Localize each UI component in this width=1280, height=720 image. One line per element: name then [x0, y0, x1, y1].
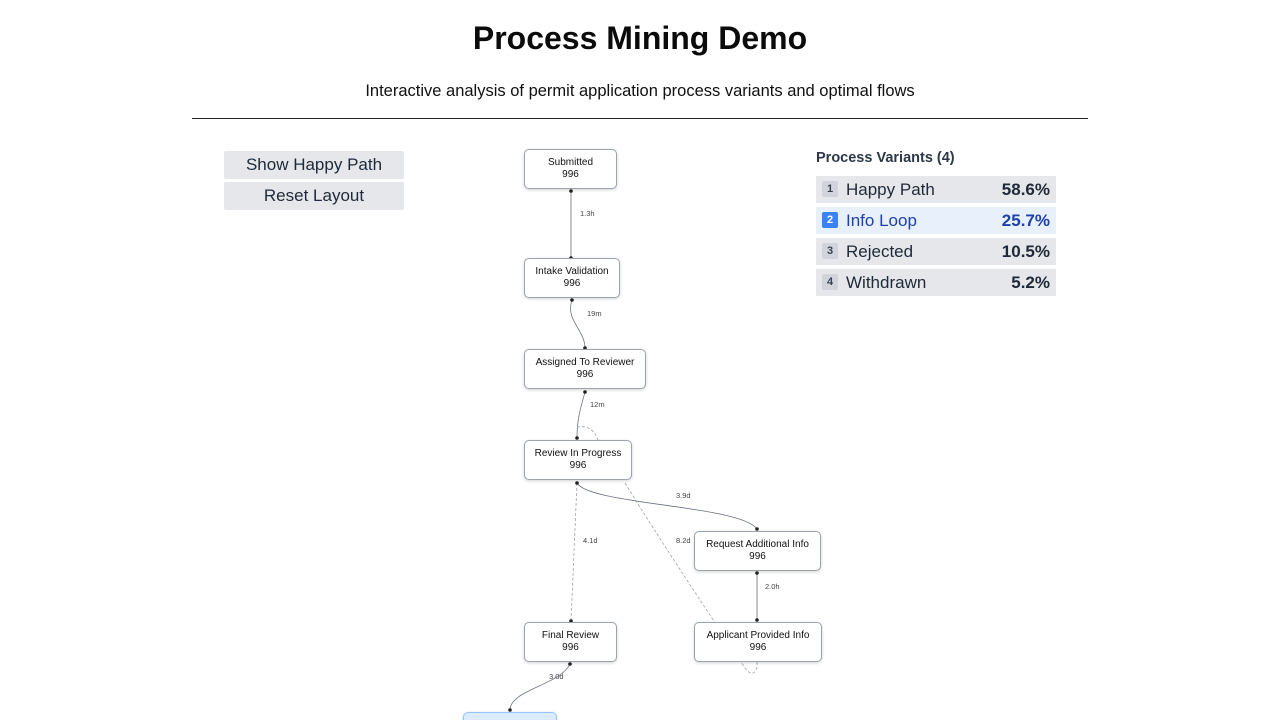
variant-name: Info Loop	[846, 211, 917, 230]
variant-number-badge: 3	[822, 243, 838, 259]
variant-percentage: 5.2%	[1011, 273, 1050, 292]
process-mining-page: Process Mining Demo Interactive analysis…	[0, 0, 1280, 720]
node-name: Assigned To Reviewer	[535, 357, 635, 368]
variant-number-badge: 2	[822, 212, 838, 228]
edge-label: 1.3h	[580, 209, 595, 218]
variant-row-happy-path[interactable]: 1 Happy Path 58.6%	[816, 176, 1056, 203]
node-intake-validation[interactable]: Intake Validation 996	[524, 258, 620, 298]
edge-label: 4.1d	[583, 536, 598, 545]
edge-review-request	[576, 482, 758, 530]
node-review-in-progress[interactable]: Review In Progress 996	[524, 440, 632, 480]
variant-row-info-loop[interactable]: 2 Info Loop 25.7%	[816, 207, 1056, 234]
node-assigned-to-reviewer[interactable]: Assigned To Reviewer 996	[524, 349, 646, 389]
edge-label: 8.2d	[676, 536, 691, 545]
node-count: 996	[749, 642, 767, 653]
node-final-review[interactable]: Final Review 996	[524, 622, 617, 662]
node-partially-visible[interactable]	[463, 712, 557, 720]
node-count: 996	[563, 278, 581, 289]
variant-name: Rejected	[846, 242, 914, 261]
variant-number-badge: 4	[822, 274, 838, 290]
node-count: 996	[562, 642, 579, 653]
edge-assigned-review	[576, 391, 586, 439]
edge-loop-review	[576, 426, 599, 441]
node-count: 996	[562, 169, 579, 180]
node-request-additional-info[interactable]: Request Additional Info 996	[694, 531, 821, 571]
node-name: Request Additional Info	[706, 539, 809, 550]
variant-percentage: 25.7%	[1001, 211, 1050, 230]
node-name: Review In Progress	[534, 448, 622, 459]
node-submitted[interactable]: Submitted 996	[524, 149, 617, 189]
node-count: 996	[576, 369, 594, 380]
node-name: Submitted	[547, 157, 594, 168]
edge-label: 19m	[587, 309, 602, 318]
variant-percentage: 58.6%	[1001, 180, 1050, 199]
edge-label: 2.0h	[765, 582, 780, 591]
edge-label: 3.9d	[676, 491, 691, 500]
edge-final-next	[509, 663, 571, 711]
edge-review-final	[570, 482, 578, 622]
variants-title: Process Variants (4)	[816, 150, 955, 166]
node-applicant-provided-info[interactable]: Applicant Provided Info 996	[694, 622, 822, 662]
edge-label: 3.0d	[549, 672, 564, 681]
variant-percentage: 10.5%	[1001, 242, 1050, 261]
node-name: Intake Validation	[535, 266, 609, 277]
variant-number-badge: 1	[822, 181, 838, 197]
edge-intake-assigned	[570, 299, 586, 349]
node-name: Final Review	[541, 630, 600, 641]
process-variants-panel: Process Variants (4) 1 Happy Path 58.6% …	[816, 150, 1056, 300]
process-graph: 1.3h 19m 12m 3.9d 4.1d 8.2d 2.0h 3.0d Su…	[0, 0, 1280, 720]
variant-name: Happy Path	[846, 180, 935, 199]
edge-label: 12m	[590, 400, 605, 409]
node-count: 996	[749, 551, 766, 562]
variant-name: Withdrawn	[846, 273, 927, 292]
variant-row-withdrawn[interactable]: 4 Withdrawn 5.2%	[816, 269, 1056, 296]
node-name: Applicant Provided Info	[706, 630, 810, 641]
variant-row-rejected[interactable]: 3 Rejected 10.5%	[816, 238, 1056, 265]
node-count: 996	[569, 460, 587, 471]
